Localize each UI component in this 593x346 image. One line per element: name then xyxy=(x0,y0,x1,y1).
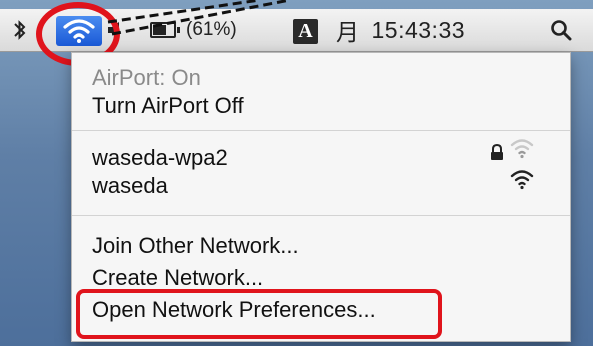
network-preferences-highlight-box xyxy=(76,289,442,339)
join-other-network-item[interactable]: Join Other Network... xyxy=(92,233,299,259)
lock-icon xyxy=(490,143,504,166)
turn-airport-off-item[interactable]: Turn AirPort Off xyxy=(92,93,244,119)
callout-dashed-lines xyxy=(107,0,291,36)
wifi-signal-icon xyxy=(510,137,534,164)
menu-separator xyxy=(72,130,570,131)
network-item-waseda-wpa2[interactable]: waseda-wpa2 xyxy=(92,145,228,171)
create-network-item[interactable]: Create Network... xyxy=(92,265,263,291)
wifi-signal-icon xyxy=(510,168,534,195)
network-item-waseda[interactable]: waseda xyxy=(92,173,168,199)
menu-separator xyxy=(72,215,570,216)
airport-status: AirPort: On xyxy=(92,65,201,90)
